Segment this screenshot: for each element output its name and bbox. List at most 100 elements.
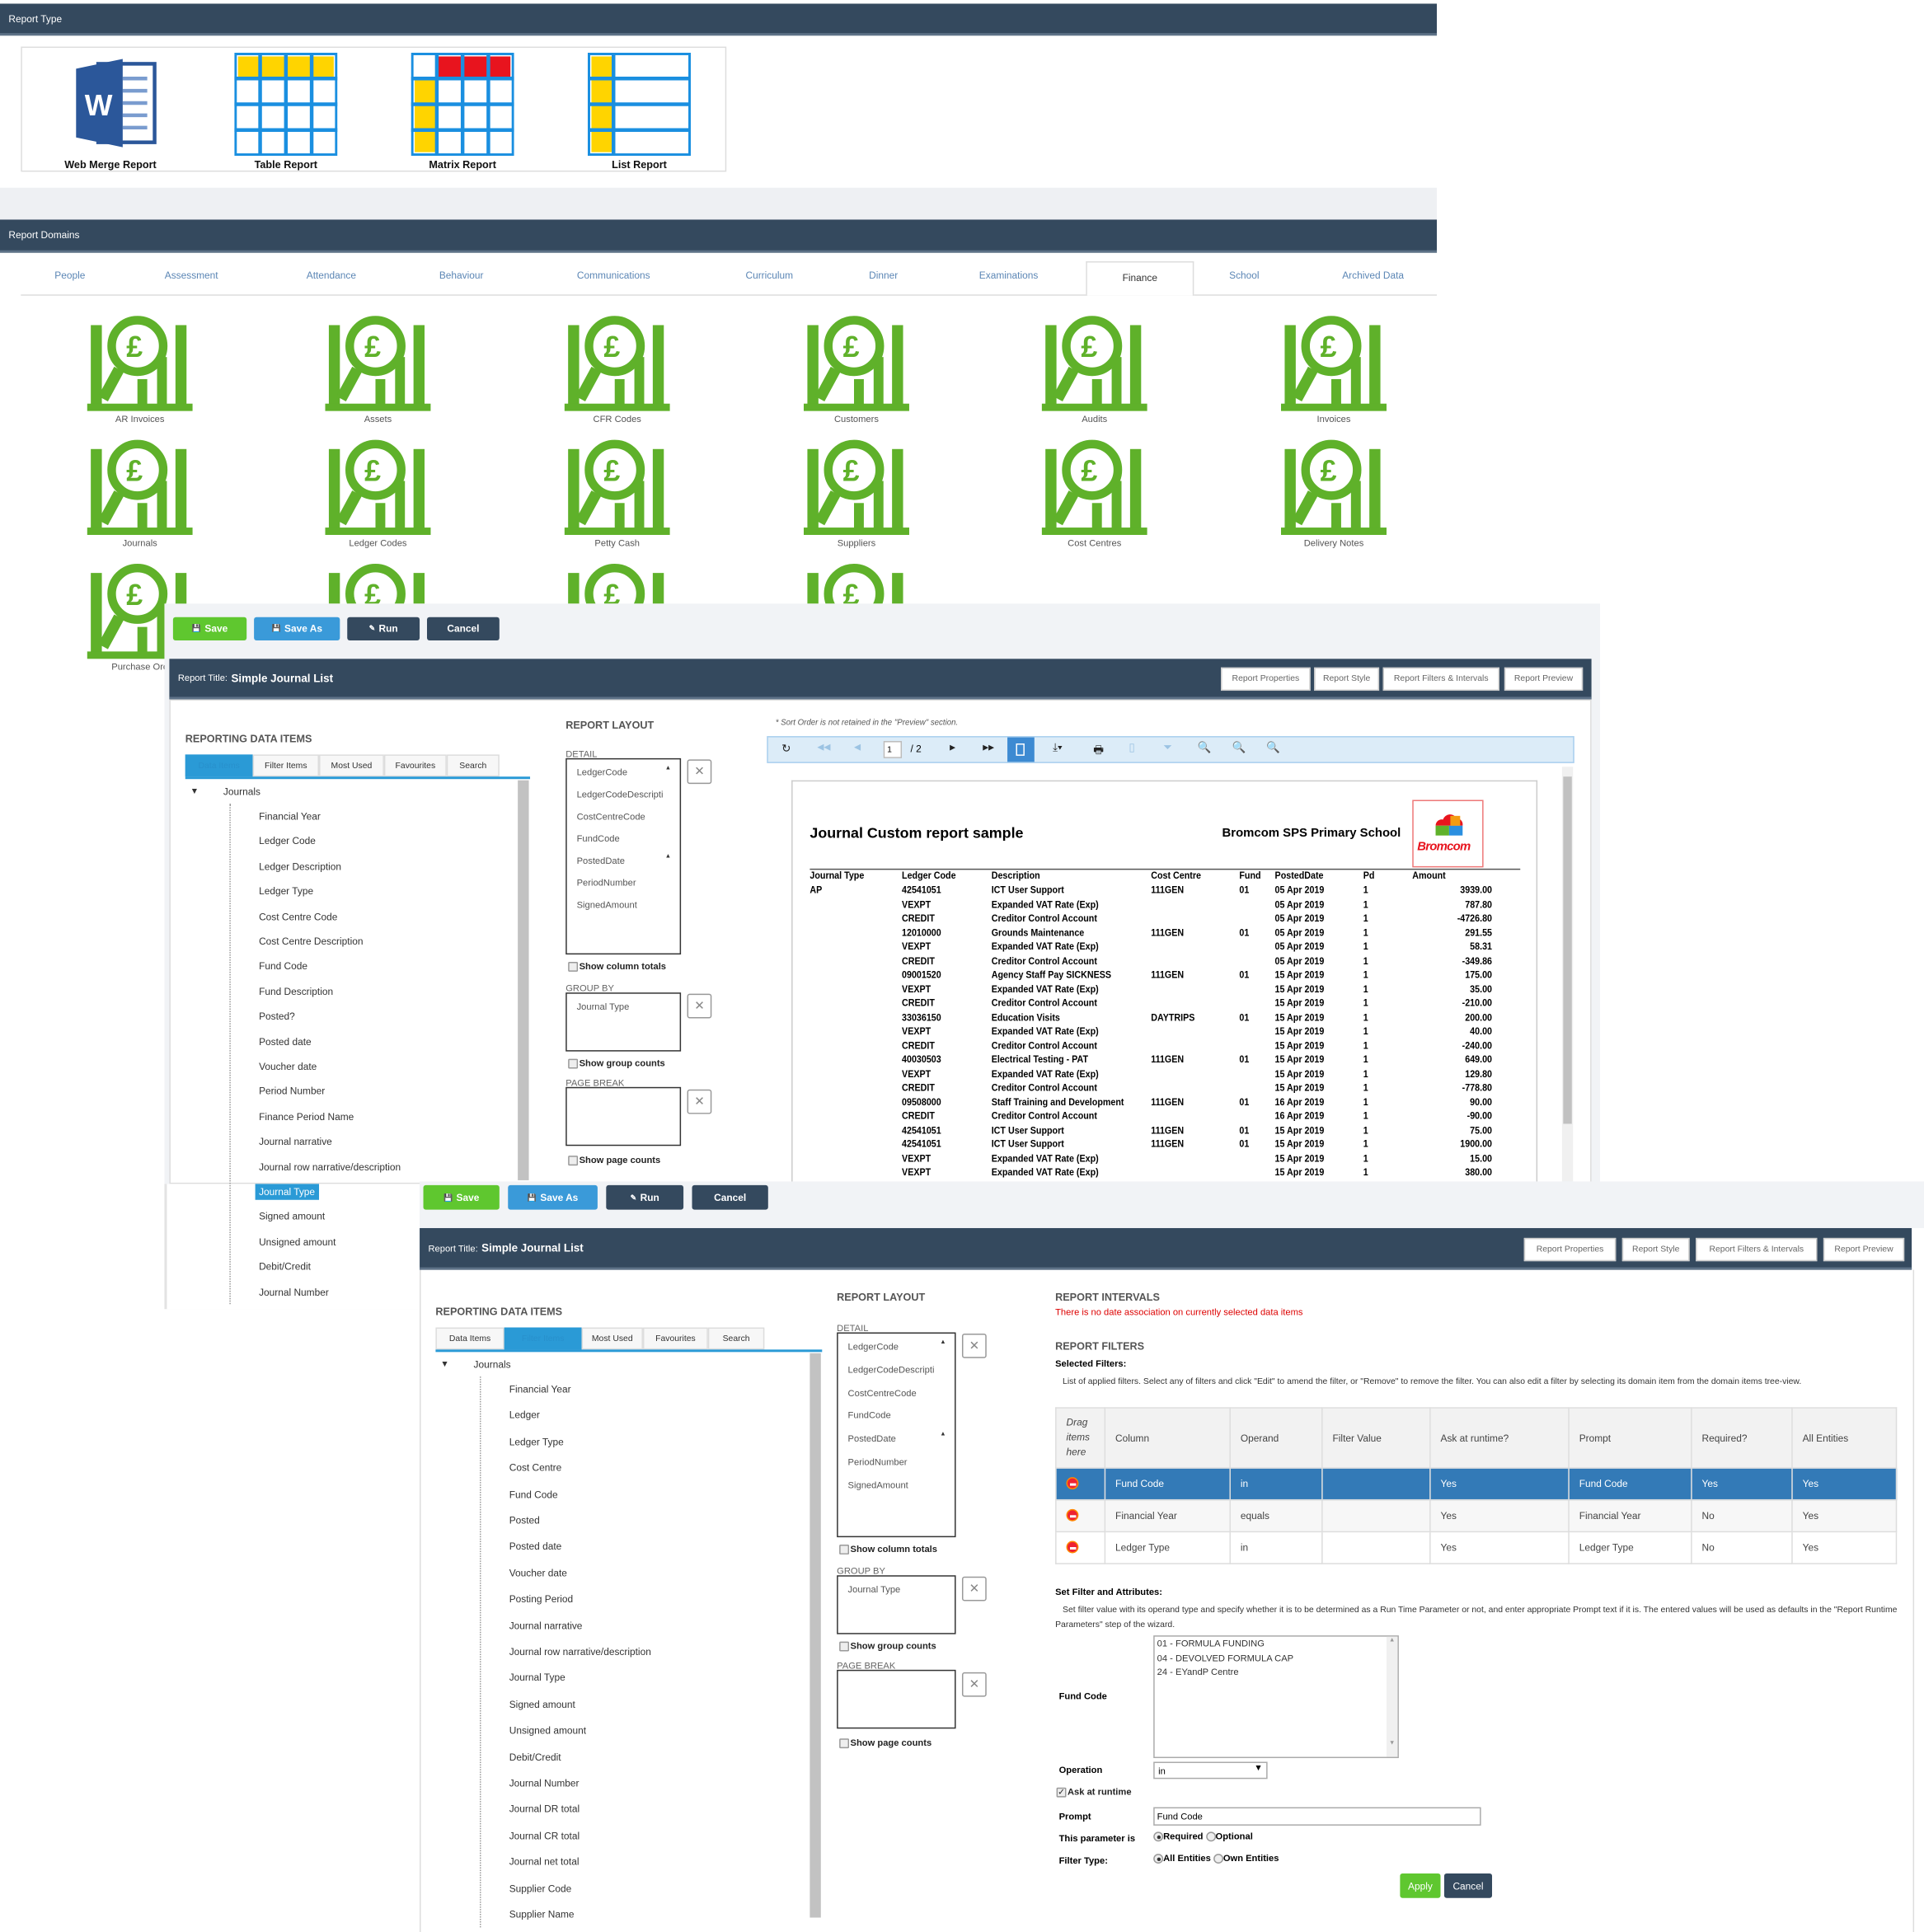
- remove-filter-icon[interactable]: [1066, 1476, 1079, 1489]
- fund-code-option[interactable]: 24 - EYandP Centre: [1157, 1666, 1239, 1676]
- group-by-item[interactable]: Journal Type: [848, 1584, 901, 1595]
- domain-item[interactable]: £ Customers: [783, 308, 931, 429]
- remove-group-button[interactable]: ✕: [687, 993, 712, 1019]
- tab-school[interactable]: School: [1189, 270, 1299, 287]
- fund-code-listbox[interactable]: 01 - FORMULA FUNDING 04 - DEVOLVED FORMUL…: [1153, 1635, 1399, 1759]
- tree-item[interactable]: Posted date: [509, 1541, 562, 1552]
- tree-item[interactable]: Journal Number: [259, 1287, 329, 1297]
- data-tab-data-items[interactable]: Data Items: [435, 1327, 504, 1350]
- report-type-web-merge[interactable]: W Web Merge Report: [37, 52, 185, 171]
- detail-list[interactable]: LedgerCode ▲ LedgerCodeDescripti CostCentre…: [565, 757, 682, 955]
- save-as-button[interactable]: 💾 Save As: [508, 1184, 598, 1210]
- tab-examinations[interactable]: Examinations: [954, 270, 1064, 287]
- detail-item[interactable]: SignedAmount: [848, 1479, 908, 1490]
- tree-item[interactable]: Voucher date: [259, 1062, 317, 1072]
- radio-own-entities[interactable]: [1213, 1854, 1223, 1864]
- domain-item[interactable]: £ Invoices: [1260, 308, 1408, 429]
- tree-item[interactable]: Journal net total: [509, 1856, 580, 1867]
- group-by-item[interactable]: Journal Type: [577, 1001, 630, 1012]
- group-by-list[interactable]: Journal Type: [565, 992, 682, 1052]
- data-tab-most-used[interactable]: Most Used: [319, 754, 384, 777]
- tree-item[interactable]: Debit/Credit: [259, 1261, 311, 1272]
- tree-item[interactable]: Supplier Name: [509, 1909, 575, 1920]
- tree-scrollbar[interactable]: [518, 780, 529, 1180]
- run-button[interactable]: ✎ Run: [347, 617, 420, 640]
- domain-item[interactable]: £ Suppliers: [783, 432, 931, 552]
- tree-item[interactable]: Ledger Description: [259, 861, 341, 872]
- domain-item[interactable]: £ CFR Codes: [543, 308, 691, 429]
- remove-detail-button[interactable]: ✕: [961, 1333, 987, 1358]
- show-page-counts-checkbox[interactable]: Show page counts: [568, 1155, 660, 1165]
- tree-item[interactable]: Supplier Code: [509, 1883, 571, 1893]
- page-number-input[interactable]: [883, 741, 903, 758]
- filter-row[interactable]: Financial Year equals Yes Financial Year No Y…: [1055, 1498, 1898, 1533]
- tree-item[interactable]: Financial Year: [509, 1384, 571, 1395]
- apply-button[interactable]: Apply: [1400, 1873, 1441, 1898]
- tree-item[interactable]: Signed amount: [259, 1212, 325, 1222]
- domain-item[interactable]: £ Cost Centres: [1021, 432, 1168, 552]
- domain-item[interactable]: £ Assets: [304, 308, 452, 429]
- report-type-matrix[interactable]: Matrix Report: [389, 52, 537, 171]
- group-by-list[interactable]: Journal Type: [837, 1575, 956, 1634]
- tree-item[interactable]: Cost Centre Description: [259, 936, 363, 947]
- listbox-scrollbar[interactable]: ▲ ▼: [1387, 1636, 1398, 1757]
- cancel-button[interactable]: Cancel: [426, 617, 500, 640]
- report-type-table[interactable]: Table Report: [213, 52, 360, 171]
- tab-behaviour[interactable]: Behaviour: [406, 270, 517, 287]
- domain-item[interactable]: £ Delivery Notes: [1260, 432, 1408, 552]
- save-button[interactable]: 💾 Save: [172, 617, 247, 640]
- data-tab-data-items[interactable]: Data Items: [185, 754, 253, 777]
- detail-item[interactable]: LedgerCodeDescripti: [577, 789, 664, 800]
- data-tab-favourites[interactable]: Favourites: [383, 754, 447, 777]
- save-button[interactable]: 💾 Save: [423, 1184, 500, 1210]
- operation-select[interactable]: in ▼: [1153, 1761, 1268, 1780]
- step-report-preview[interactable]: Report Preview: [1504, 667, 1584, 692]
- save-as-button[interactable]: 💾 Save As: [254, 617, 340, 640]
- tree-item[interactable]: Cost Centre Code: [259, 911, 337, 921]
- previous-page-icon[interactable]: ◀: [854, 743, 861, 752]
- expand-collapse-icon[interactable]: ▼: [440, 1361, 448, 1369]
- tree-item[interactable]: Posted: [509, 1515, 540, 1526]
- detail-item[interactable]: FundCode: [577, 833, 620, 844]
- domain-item[interactable]: £ Audits: [1021, 308, 1168, 429]
- data-tab-most-used[interactable]: Most Used: [581, 1327, 643, 1350]
- document-map-icon[interactable]: ▯: [1129, 741, 1134, 754]
- tab-dinner[interactable]: Dinner: [828, 270, 939, 287]
- filter-icon[interactable]: ⏷: [1163, 741, 1172, 754]
- detail-item[interactable]: PostedDate: [577, 855, 625, 865]
- print-icon[interactable]: 🖶: [1093, 741, 1104, 761]
- tree-item[interactable]: Fund Description: [259, 986, 333, 996]
- tree-item[interactable]: Journal row narrative/description: [259, 1161, 401, 1172]
- run-button[interactable]: ✎ Run: [606, 1184, 684, 1210]
- page-break-list[interactable]: [565, 1086, 682, 1147]
- detail-item[interactable]: LedgerCode: [577, 767, 627, 777]
- step-report-style[interactable]: Report Style: [1621, 1237, 1690, 1261]
- cancel-button[interactable]: Cancel: [692, 1184, 768, 1210]
- expand-collapse-icon[interactable]: ▼: [190, 788, 199, 796]
- tree-item[interactable]: Ledger: [509, 1410, 540, 1421]
- tree-item[interactable]: Posting Period: [509, 1594, 573, 1605]
- tab-communications[interactable]: Communications: [558, 270, 669, 287]
- export-icon[interactable]: ⤓▾: [1053, 741, 1063, 754]
- tree-root-journals[interactable]: Journals: [474, 1359, 511, 1370]
- show-column-totals-checkbox[interactable]: Show column totals: [839, 1544, 937, 1555]
- tree-item[interactable]: Fund Code: [259, 961, 307, 972]
- remove-detail-button[interactable]: ✕: [687, 759, 712, 785]
- data-tab-search[interactable]: Search: [707, 1327, 765, 1350]
- remove-page-break-button[interactable]: ✕: [687, 1089, 712, 1114]
- zoom-out-icon[interactable]: 🔍: [1232, 741, 1246, 754]
- radio-optional[interactable]: [1205, 1831, 1216, 1842]
- data-tab-filter-items[interactable]: Filter Items: [504, 1327, 582, 1350]
- domain-item[interactable]: £ Journals: [66, 432, 214, 552]
- filter-row[interactable]: Fund Code in Yes Fund Code Yes Yes: [1055, 1467, 1898, 1501]
- detail-item[interactable]: CostCentreCode: [577, 811, 645, 822]
- tree-item[interactable]: Posted?: [259, 1011, 295, 1022]
- preview-scrollbar[interactable]: [1561, 767, 1574, 1184]
- detail-item[interactable]: PeriodNumber: [577, 877, 636, 888]
- tree-item[interactable]: Ledger Type: [259, 886, 313, 897]
- refresh-icon[interactable]: ↻: [781, 743, 791, 756]
- zoom-reset-icon[interactable]: 🔍: [1266, 741, 1280, 754]
- sort-ascending-icon[interactable]: ▲: [940, 1431, 946, 1438]
- tab-attendance[interactable]: Attendance: [276, 270, 387, 287]
- detail-item[interactable]: SignedAmount: [577, 899, 637, 910]
